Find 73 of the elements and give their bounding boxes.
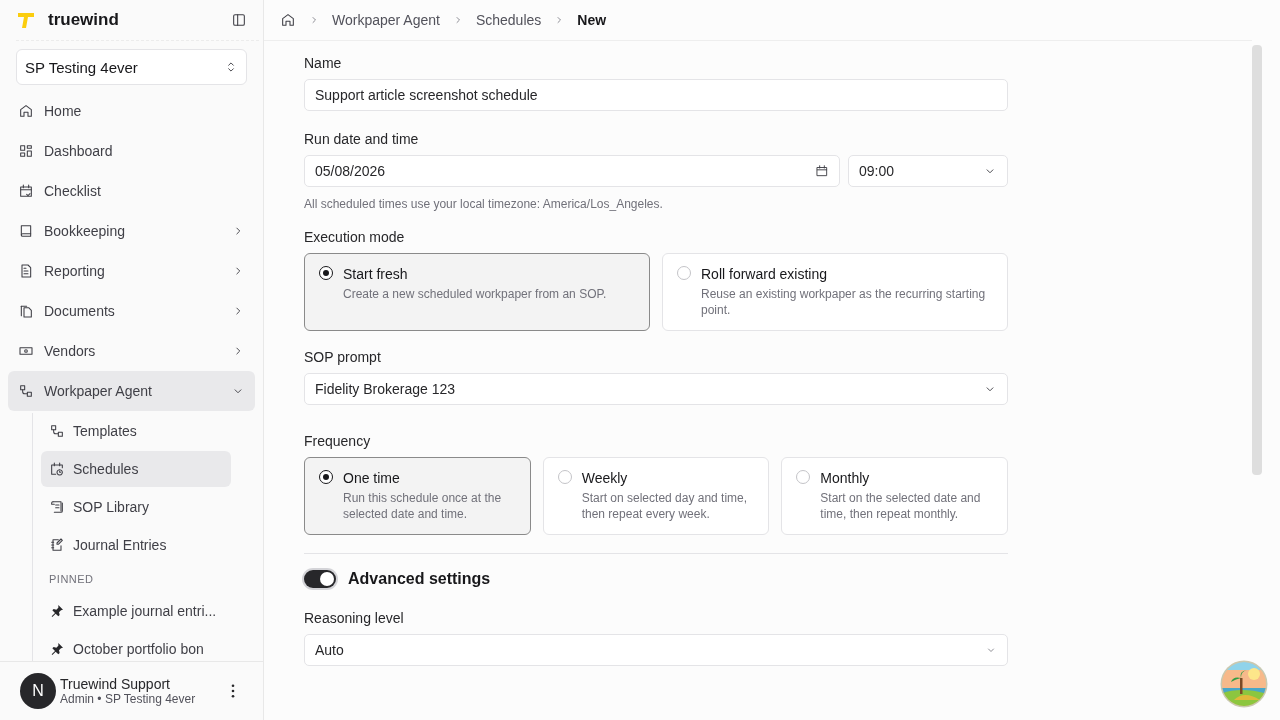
option-card[interactable]: Monthly Start on the selected date and time, then repeat monthly. bbox=[781, 457, 1008, 535]
calendar-icon bbox=[18, 183, 34, 199]
nav-item[interactable]: Schedules bbox=[41, 451, 231, 487]
home-icon bbox=[18, 103, 34, 119]
hint-text: All scheduled times use your local timezone: America/Los_Angeles. bbox=[304, 197, 664, 211]
field-label: Execution mode bbox=[304, 229, 406, 245]
option-title: Start fresh bbox=[343, 266, 409, 282]
option-description: Run this schedule once at the selected date and time. bbox=[343, 490, 503, 522]
field-label: SOP prompt bbox=[304, 349, 382, 365]
option-description: Start on the selected date and time, then repeat monthly. bbox=[820, 490, 982, 522]
nav-item[interactable]: Templates bbox=[41, 413, 231, 449]
section-heading: PINNED bbox=[48, 572, 95, 587]
option-title: Monthly bbox=[820, 470, 871, 486]
nav-item[interactable]: Dashboard bbox=[8, 131, 255, 171]
breadcrumb-item[interactable]: Schedules bbox=[475, 12, 542, 28]
more-icon[interactable] bbox=[231, 684, 235, 698]
nav-item[interactable]: Journal Entries bbox=[41, 527, 231, 563]
option-card[interactable]: Weekly Start on selected day and time, then repeat every week. bbox=[542, 457, 770, 535]
toggle-switch[interactable] bbox=[304, 570, 336, 588]
nav-item[interactable]: Documents bbox=[8, 291, 255, 331]
scrollbar[interactable] bbox=[1252, 45, 1262, 475]
avatar[interactable]: N bbox=[20, 673, 56, 709]
option-title: One time bbox=[343, 470, 401, 486]
user-detail: Admin • SP Testing 4ever bbox=[60, 692, 197, 706]
name-field[interactable]: Support article screenshot schedule bbox=[304, 79, 1008, 111]
nodes-icon bbox=[18, 383, 34, 399]
calendar-clock-icon bbox=[49, 461, 65, 477]
radio-button[interactable] bbox=[319, 266, 333, 280]
sidebar-toggle-icon[interactable] bbox=[231, 12, 247, 28]
user-name: Truewind Support bbox=[60, 676, 171, 692]
nav-item[interactable]: Reporting bbox=[8, 251, 255, 291]
breadcrumb-item: New bbox=[577, 12, 607, 28]
option-title: Weekly bbox=[581, 470, 629, 486]
nav-item[interactable]: SOP Library bbox=[41, 489, 231, 525]
option-card[interactable]: Roll forward existing Reuse an existing workpaper as the recurring starting point. bbox=[662, 253, 1008, 331]
nav-item[interactable]: Workpaper Agent bbox=[8, 371, 255, 411]
field-label: Run date and time bbox=[304, 131, 420, 147]
home-icon[interactable] bbox=[280, 12, 296, 28]
field-label: Frequency bbox=[304, 433, 372, 449]
brand-name: truewind bbox=[48, 10, 120, 30]
nav-item[interactable]: Vendors bbox=[8, 331, 255, 371]
nodes-icon bbox=[49, 423, 65, 439]
time-select[interactable]: 09:00 bbox=[848, 155, 1008, 187]
logo-icon bbox=[16, 10, 36, 30]
workspace-select[interactable]: SP Testing 4ever bbox=[16, 49, 247, 85]
option-description: Create a new scheduled workpaper from an SOP. bbox=[343, 286, 607, 302]
option-description: Start on selected day and time, then repeat every week. bbox=[581, 490, 749, 522]
grid-icon bbox=[18, 143, 34, 159]
date-field[interactable]: 05/08/2026 bbox=[304, 155, 840, 187]
pinned-item[interactable]: October portfolio bon bbox=[41, 631, 231, 661]
option-title: Roll forward existing bbox=[701, 266, 829, 282]
notebook-icon bbox=[49, 537, 65, 553]
nav-item[interactable]: Checklist bbox=[8, 171, 255, 211]
option-card[interactable]: Start fresh Create a new scheduled workpaper from an SOP. bbox=[304, 253, 650, 331]
option-card[interactable]: One time Run this schedule once at the selected date and time. bbox=[304, 457, 531, 535]
sop-select[interactable]: Fidelity Brokerage 123 bbox=[304, 373, 1008, 405]
document-icon bbox=[18, 263, 34, 279]
calendar-icon bbox=[815, 164, 829, 178]
pin-icon bbox=[49, 603, 65, 619]
book-icon bbox=[18, 223, 34, 239]
section-title: Advanced settings bbox=[348, 570, 491, 588]
pin-icon bbox=[49, 641, 65, 657]
nav-item[interactable]: Home bbox=[8, 91, 255, 131]
nav-item[interactable]: Bookkeeping bbox=[8, 211, 255, 251]
field-label: Reasoning level bbox=[304, 610, 405, 626]
files-icon bbox=[18, 303, 34, 319]
scroll-icon bbox=[49, 499, 65, 515]
pinned-item[interactable]: Example journal entri... bbox=[41, 593, 231, 629]
option-description: Reuse an existing workpaper as the recurring starting point. bbox=[701, 286, 987, 318]
radio-button[interactable] bbox=[319, 470, 333, 484]
field-label: Name bbox=[304, 55, 343, 71]
reasoning-select[interactable]: Auto bbox=[304, 634, 1008, 666]
breadcrumb-item[interactable]: Workpaper Agent bbox=[332, 12, 440, 28]
